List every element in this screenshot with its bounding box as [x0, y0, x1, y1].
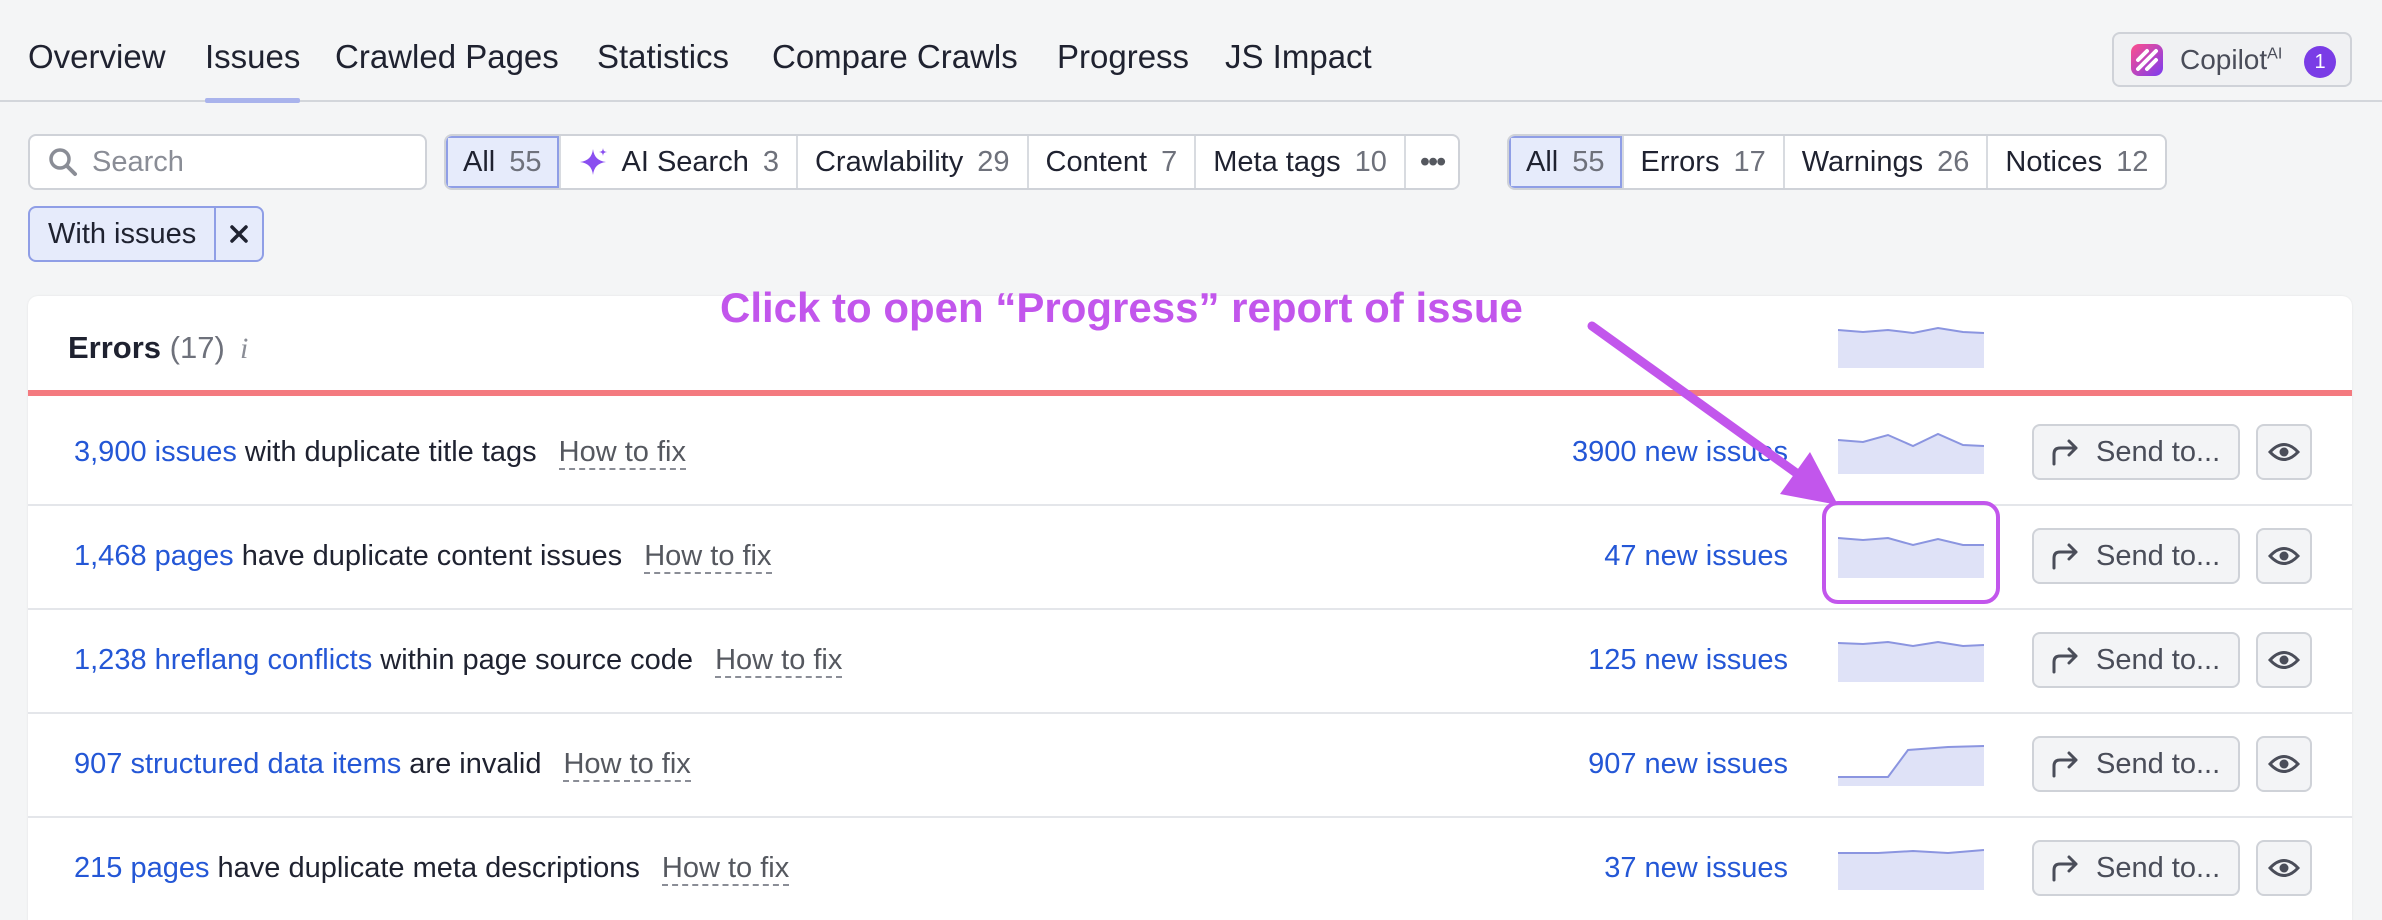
eye-icon	[2268, 443, 2300, 461]
eye-icon	[2268, 547, 2300, 565]
hide-issue-button[interactable]	[2256, 736, 2312, 792]
eye-icon	[2268, 859, 2300, 877]
issue-description: 1,468 pages have duplicate content issue…	[74, 540, 772, 574]
issue-type-filter: All 55 Errors 17 Warnings 26 Notices 12	[1507, 134, 2168, 190]
issue-description: 3,900 issues with duplicate title tags Ho…	[74, 436, 686, 470]
issue-link[interactable]: 1,238 hreflang conflicts	[74, 644, 372, 676]
issue-row: 907 structured data items are invalid How…	[28, 714, 2352, 818]
how-to-fix-link[interactable]: How to fix	[644, 540, 772, 574]
tab-issues[interactable]: Issues	[205, 38, 301, 103]
eye-icon	[2268, 651, 2300, 669]
how-to-fix-link[interactable]: How to fix	[661, 852, 790, 886]
eye-icon	[2268, 755, 2300, 773]
search-box[interactable]	[28, 134, 427, 190]
type-notices[interactable]: Notices 12	[1988, 136, 2165, 188]
top-nav: Overview Issues Crawled Pages Statistics…	[0, 0, 2382, 103]
send-to-button[interactable]: Send to...	[2032, 736, 2240, 792]
issue-description: 215 pages have duplicate meta descriptio…	[74, 852, 790, 886]
new-issues-link[interactable]: 125 new issues	[1588, 644, 1788, 677]
annotation-callout-text: Click to open “Progress” report of issue	[720, 284, 1523, 331]
category-meta-tags[interactable]: Meta tags 10	[1196, 136, 1406, 188]
tab-js-impact[interactable]: JS Impact	[1225, 38, 1372, 76]
tab-statistics[interactable]: Statistics	[597, 38, 729, 76]
share-arrow-icon	[2052, 543, 2078, 570]
search-icon	[49, 148, 77, 176]
search-input[interactable]	[92, 145, 392, 179]
issue-trend-sparkline[interactable]	[1838, 640, 1984, 682]
category-all[interactable]: All 55	[446, 136, 561, 188]
share-arrow-icon	[2052, 647, 2078, 674]
tab-crawled-pages[interactable]: Crawled Pages	[335, 38, 559, 76]
send-to-button[interactable]: Send to...	[2032, 632, 2240, 688]
info-icon[interactable]: i	[240, 332, 248, 366]
type-all[interactable]: All 55	[1509, 136, 1624, 188]
hide-issue-button[interactable]	[2256, 528, 2312, 584]
category-ai-search[interactable]: AI Search 3	[561, 136, 798, 188]
type-errors[interactable]: Errors 17	[1624, 136, 1785, 188]
hide-issue-button[interactable]	[2256, 840, 2312, 896]
copilot-button[interactable]: CopilotAI 1	[2112, 32, 2352, 87]
chip-label: With issues	[30, 208, 217, 260]
new-issues-link[interactable]: 37 new issues	[1604, 852, 1788, 885]
with-issues-chip: With issues	[28, 206, 265, 262]
copilot-label: CopilotAI	[2180, 43, 2283, 75]
issue-link[interactable]: 907 structured data items	[74, 748, 401, 780]
hide-issue-button[interactable]	[2256, 632, 2312, 688]
copilot-badge: 1	[2304, 46, 2336, 78]
category-filter: All 55 AI Search 3 Crawlability 29 Content 7…	[444, 134, 1461, 190]
type-warnings[interactable]: Warnings 26	[1785, 136, 1989, 188]
hide-issue-button[interactable]	[2256, 424, 2312, 480]
send-to-button[interactable]: Send to...	[2032, 528, 2240, 584]
category-crawlability[interactable]: Crawlability 29	[798, 136, 1029, 188]
send-to-button[interactable]: Send to...	[2032, 840, 2240, 896]
share-arrow-icon	[2052, 751, 2078, 778]
tab-progress[interactable]: Progress	[1057, 38, 1189, 76]
sparkle-icon	[579, 148, 607, 175]
how-to-fix-link[interactable]: How to fix	[563, 748, 691, 782]
category-content[interactable]: Content 7	[1029, 136, 1197, 188]
tab-overview[interactable]: Overview	[28, 38, 166, 76]
issue-description: 907 structured data items are invalid How…	[74, 748, 691, 782]
errors-card: Errors (17) i 3,900 issues with duplicat…	[28, 296, 2352, 920]
tab-compare-crawls[interactable]: Compare Crawls	[772, 38, 1018, 76]
new-issues-link[interactable]: 907 new issues	[1588, 748, 1788, 781]
share-arrow-icon	[2052, 855, 2078, 882]
issue-trend-sparkline[interactable]	[1838, 848, 1984, 890]
issue-description: 1,238 hreflang conflicts within page sou…	[74, 644, 843, 678]
new-issues-link[interactable]: 47 new issues	[1604, 540, 1788, 573]
how-to-fix-link[interactable]: How to fix	[558, 436, 686, 470]
issue-link[interactable]: 1,468 pages	[74, 540, 234, 572]
how-to-fix-link[interactable]: How to fix	[715, 644, 843, 678]
issue-row: 1,468 pages have duplicate content issue…	[28, 506, 2352, 610]
issue-row: 1,238 hreflang conflicts within page sou…	[28, 610, 2352, 714]
new-issues-link[interactable]: 3900 new issues	[1572, 436, 1788, 469]
more-categories-button[interactable]: •••	[1406, 136, 1458, 188]
issue-row: 215 pages have duplicate meta descriptio…	[28, 818, 2352, 920]
issue-row: 3,900 issues with duplicate title tags Ho…	[28, 402, 2352, 506]
issue-link[interactable]: 3,900 issues	[74, 436, 237, 468]
errors-title: Errors (17)	[68, 330, 225, 365]
issue-trend-sparkline[interactable]	[1838, 536, 1984, 578]
copilot-logo-icon	[2131, 43, 2163, 76]
share-arrow-icon	[2052, 439, 2078, 466]
send-to-button[interactable]: Send to...	[2032, 424, 2240, 480]
close-icon	[230, 225, 249, 243]
issue-link[interactable]: 215 pages	[74, 852, 209, 884]
chip-remove-button[interactable]	[216, 208, 262, 260]
issue-trend-sparkline[interactable]	[1838, 744, 1984, 786]
issue-trend-sparkline[interactable]	[1838, 432, 1984, 474]
errors-trend-sparkline[interactable]	[1838, 326, 1984, 368]
